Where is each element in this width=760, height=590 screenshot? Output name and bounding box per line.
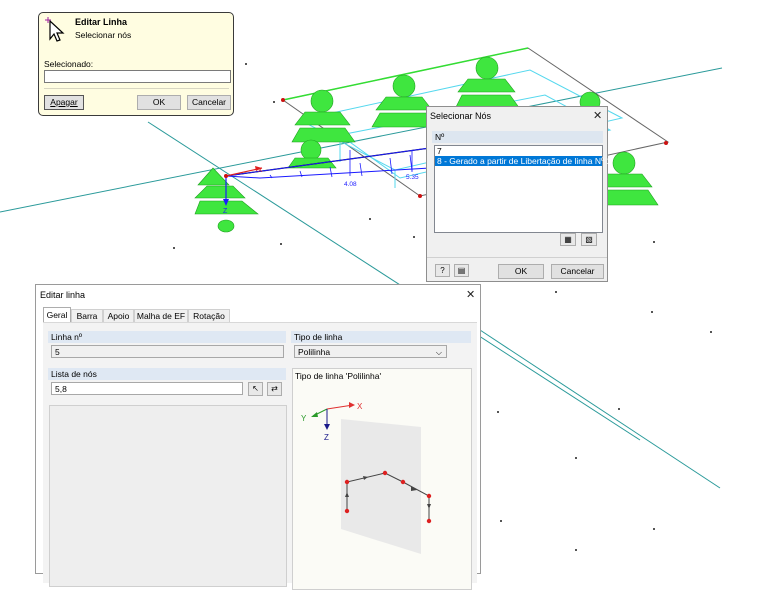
list-item[interactable]: 7	[435, 146, 602, 156]
select-nodes-title: Selecionar Nós	[430, 111, 492, 121]
tab-geral[interactable]: Geral	[43, 307, 71, 322]
select-all-icon[interactable]: ▦	[560, 233, 576, 246]
cursor-arrow-icon	[45, 17, 65, 42]
edit-line-dialog: Editar linha ✕ Geral Barra Apoio Malha d…	[35, 284, 481, 590]
deselect-all-icon[interactable]: ▧	[581, 233, 597, 246]
pick-cancel-button[interactable]: Cancelar	[187, 95, 231, 110]
delete-button[interactable]: Apagar	[44, 95, 84, 110]
preview-axis-y: Y	[301, 414, 307, 423]
list-item-selected[interactable]: 8 - Gerado a partir de Libertação de lin…	[435, 156, 611, 166]
select-nodes-cancel-button[interactable]: Cancelar	[551, 264, 604, 279]
tab-rotacao[interactable]: Rotação	[188, 309, 230, 322]
pick-nodes-icon[interactable]: ↖	[248, 382, 263, 396]
pick-dialog-subtitle: Selecionar nós	[75, 30, 132, 40]
preview-axis-z: Z	[324, 433, 329, 442]
node-list-group-header: Lista de nós	[48, 368, 286, 380]
line-type-value: Polilinha	[298, 347, 331, 357]
node-list-input[interactable]: 5,8	[51, 382, 243, 395]
pick-dialog-separator	[44, 88, 229, 89]
dimension-label-2: 5.35	[406, 174, 419, 181]
dimension-label-1: 4.08	[344, 181, 357, 188]
close-icon[interactable]: ✕	[466, 288, 475, 301]
viewport-axis-z: Z	[223, 208, 228, 215]
preview-axis-x: X	[357, 402, 363, 411]
line-no-field[interactable]: 5	[51, 345, 284, 358]
general-tab-pane: Linha nº 5 Tipo de linha Polilinha ⌵ Lis…	[43, 322, 477, 590]
tab-barra[interactable]: Barra	[71, 309, 103, 322]
close-icon[interactable]: ✕	[593, 109, 602, 122]
help-icon[interactable]: ?	[435, 264, 450, 277]
select-nodes-ok-button[interactable]: OK	[498, 264, 544, 279]
nodes-options-icon[interactable]: ⇄	[267, 382, 282, 396]
select-nodes-dialog: Selecionar Nós ✕ Nº 7 8 - Gerado a parti…	[426, 106, 611, 282]
tab-apoio[interactable]: Apoio	[103, 309, 134, 322]
node-list[interactable]: 7 8 - Gerado a partir de Libertação de l…	[434, 145, 611, 233]
selected-input[interactable]	[44, 70, 231, 83]
pick-ok-button[interactable]: OK	[137, 95, 181, 110]
node-column-header: Nº	[432, 131, 603, 143]
viewport-axis-x: X	[258, 167, 263, 174]
pick-nodes-dialog: Editar Linha Selecionar nós Selecionado:…	[38, 12, 234, 116]
chevron-down-icon: ⌵	[435, 348, 442, 357]
line-no-group-header: Linha nº	[48, 331, 286, 343]
selected-label: Selecionado:	[44, 59, 94, 69]
print-icon[interactable]: ▤	[454, 264, 469, 277]
line-type-group-header: Tipo de linha	[291, 331, 471, 343]
line-type-preview: Tipo de linha 'Polilinha' X Y Z	[292, 368, 472, 590]
pick-dialog-title: Editar Linha	[75, 17, 128, 27]
edit-line-title: Editar linha	[40, 290, 86, 300]
polyline-preview-graphic: X Y Z	[301, 402, 432, 554]
tab-malha-de-ef[interactable]: Malha de EF	[134, 309, 188, 322]
empty-area	[49, 405, 287, 587]
select-nodes-separator	[427, 257, 607, 258]
line-type-select[interactable]: Polilinha ⌵	[294, 345, 447, 358]
